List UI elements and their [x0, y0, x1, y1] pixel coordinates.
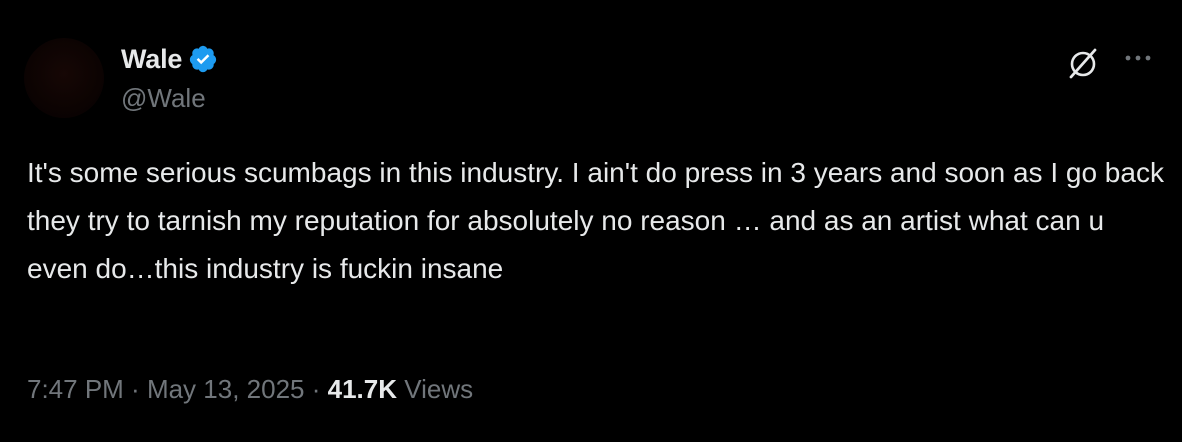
meta-separator: · [304, 374, 328, 404]
author-name-row: Wale [121, 42, 218, 76]
views-label[interactable]: Views [397, 374, 473, 405]
meta-separator: · [123, 374, 147, 404]
tweet-text: It's some serious scumbags in this indus… [27, 157, 1172, 284]
tweet-meta: 7:47 PM · May 13, 2025 · 41.7K Views [27, 374, 473, 405]
more-options-icon[interactable] [1120, 44, 1156, 80]
author-handle[interactable]: @Wale [121, 83, 206, 114]
tweet-time[interactable]: 7:47 PM [27, 374, 124, 405]
author-display-name[interactable]: Wale [121, 44, 182, 75]
tweet-date[interactable]: May 13, 2025 [147, 374, 305, 405]
avatar[interactable] [24, 38, 104, 118]
views-count[interactable]: 41.7K [328, 374, 397, 405]
verified-badge-icon[interactable] [188, 44, 218, 74]
grok-icon[interactable] [1064, 44, 1102, 82]
tweet-card: Wale @Wale It's some serious scumbags in… [0, 0, 1182, 442]
